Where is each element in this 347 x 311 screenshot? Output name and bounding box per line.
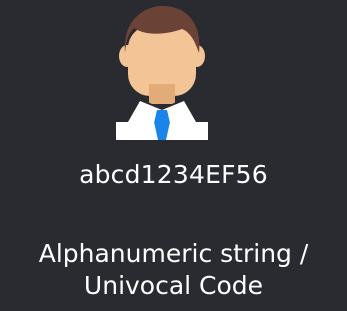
- caption-line-2: Univocal Code: [83, 271, 264, 300]
- caption-line-1: Alphanumeric string /: [38, 239, 309, 268]
- identifier-code: abcd1234EF56: [79, 160, 268, 189]
- identity-card: abcd1234EF56 Alphanumeric string / Univo…: [0, 0, 347, 311]
- user-avatar-icon: [104, 6, 220, 140]
- identifier-caption: Alphanumeric string / Univocal Code: [0, 238, 347, 302]
